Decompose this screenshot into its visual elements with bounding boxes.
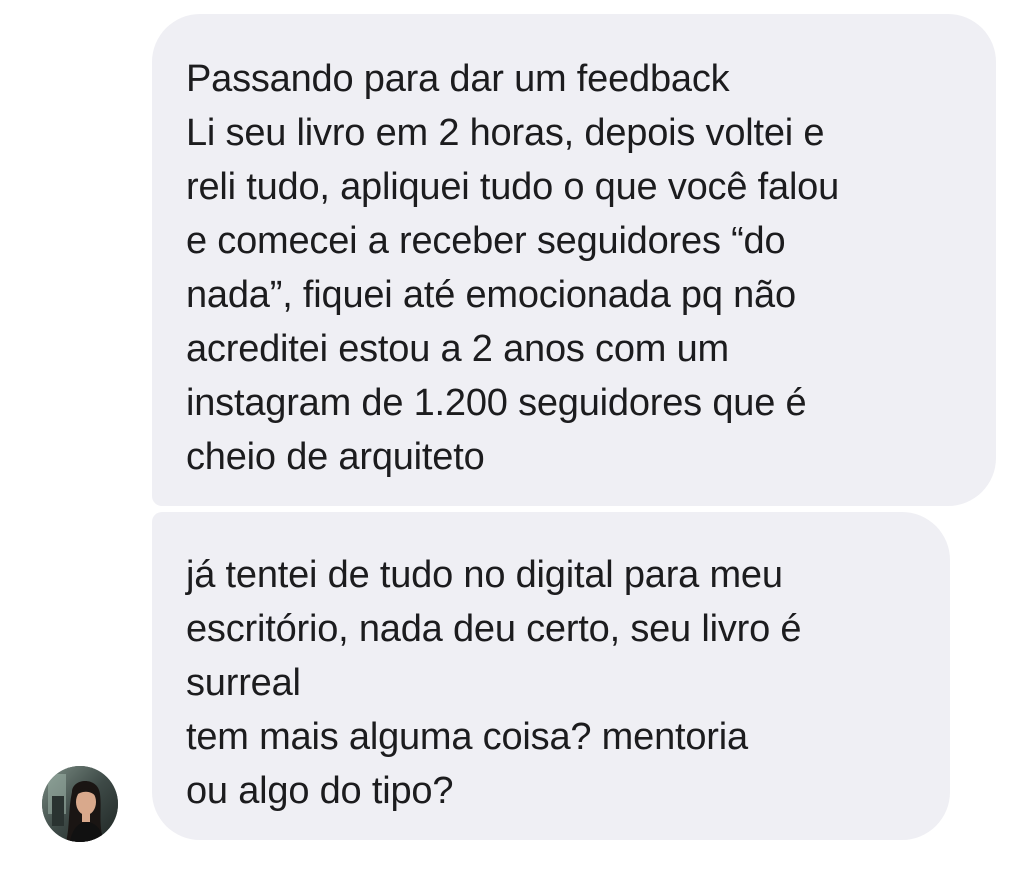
message-text-line: já tentei de tudo no digital para meu (186, 554, 783, 596)
chat-thread: Passando para dar um feedback Li seu liv… (0, 0, 1024, 876)
user-avatar-photo-icon (42, 766, 118, 842)
message-bubble[interactable]: já tentei de tudo no digital para meu es… (152, 512, 950, 840)
message-text-line: tem mais alguma coisa? mentoria (186, 716, 748, 758)
message-bubble[interactable]: Passando para dar um feedback Li seu liv… (152, 14, 996, 506)
message-text-line: cheio de arquiteto (186, 436, 485, 478)
message-text-line: instagram de 1.200 seguidores que é (186, 382, 807, 424)
message-text-line: Passando para dar um feedback (186, 58, 730, 100)
message-text-line: ou algo do tipo? (186, 770, 454, 812)
message-text-line: surreal (186, 662, 301, 704)
message-text-line: Li seu livro em 2 horas, depois voltei e (186, 112, 825, 154)
message-text-line: e comecei a receber seguidores “do (186, 220, 786, 262)
message-text-line: nada”, fiquei até emocionada pq não (186, 274, 796, 316)
message-text-line: escritório, nada deu certo, seu livro é (186, 608, 802, 650)
sender-avatar[interactable] (42, 766, 118, 842)
message-text-line: reli tudo, apliquei tudo o que você falo… (186, 166, 840, 208)
message-text-line: acreditei estou a 2 anos com um (186, 328, 729, 370)
